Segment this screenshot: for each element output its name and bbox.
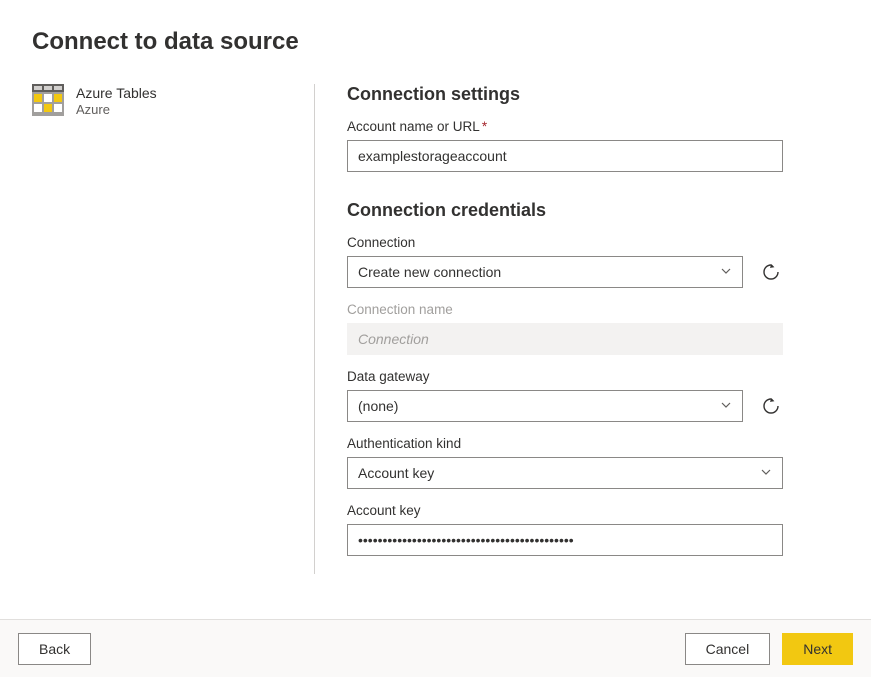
chevron-down-icon — [720, 264, 732, 280]
connector-subtitle: Azure — [76, 102, 157, 119]
connection-selected-value: Create new connection — [358, 264, 501, 280]
page-title: Connect to data source — [32, 28, 839, 56]
refresh-gateway-button[interactable] — [759, 394, 783, 418]
account-name-input[interactable] — [347, 140, 783, 172]
chevron-down-icon — [760, 465, 772, 481]
account-key-label: Account key — [347, 503, 783, 518]
connection-credentials-heading: Connection credentials — [347, 200, 783, 221]
connection-settings-heading: Connection settings — [347, 84, 783, 105]
azure-tables-icon — [32, 84, 64, 116]
auth-kind-select[interactable]: Account key — [347, 457, 783, 489]
data-gateway-selected-value: (none) — [358, 398, 398, 414]
vertical-divider — [314, 84, 315, 574]
refresh-connection-button[interactable] — [759, 260, 783, 284]
connector-title: Azure Tables — [76, 84, 157, 102]
connection-name-input: Connection — [347, 323, 783, 355]
refresh-icon — [762, 263, 780, 281]
back-button[interactable]: Back — [18, 633, 91, 665]
auth-kind-selected-value: Account key — [358, 465, 434, 481]
refresh-icon — [762, 397, 780, 415]
connection-name-label: Connection name — [347, 302, 783, 317]
connection-label: Connection — [347, 235, 783, 250]
cancel-button[interactable]: Cancel — [685, 633, 771, 665]
data-gateway-select[interactable]: (none) — [347, 390, 743, 422]
account-key-input[interactable] — [347, 524, 783, 556]
footer-bar: Back Cancel Next — [0, 619, 871, 677]
required-indicator: * — [482, 119, 487, 134]
next-button[interactable]: Next — [782, 633, 853, 665]
account-name-label: Account name or URL* — [347, 119, 783, 134]
data-gateway-label: Data gateway — [347, 369, 783, 384]
connection-select[interactable]: Create new connection — [347, 256, 743, 288]
connector-summary: Azure Tables Azure — [32, 84, 314, 574]
chevron-down-icon — [720, 398, 732, 414]
auth-kind-label: Authentication kind — [347, 436, 783, 451]
